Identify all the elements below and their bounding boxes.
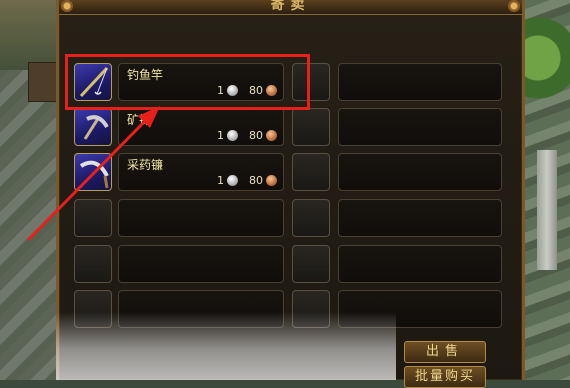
- pointer-arrow-icon: [26, 106, 160, 242]
